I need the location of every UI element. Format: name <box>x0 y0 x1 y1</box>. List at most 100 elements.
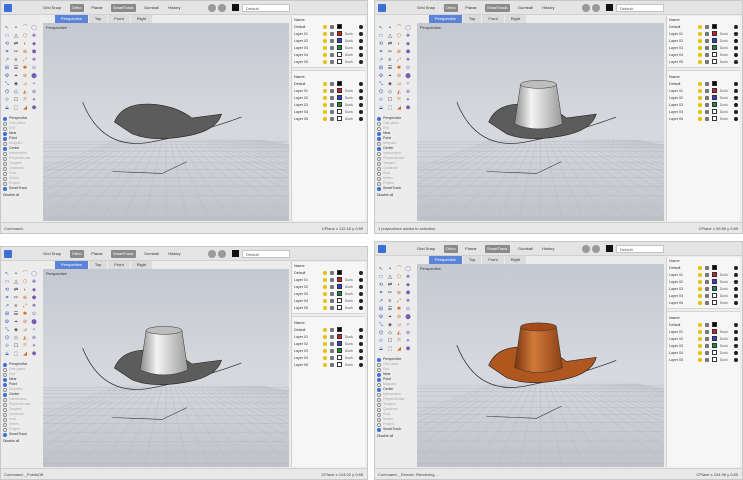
checkbox-icon[interactable] <box>377 121 381 126</box>
lightbulb-icon[interactable] <box>698 88 703 93</box>
layer-color-swatch[interactable] <box>232 4 239 11</box>
material-dot-icon[interactable] <box>734 293 738 298</box>
layer-color-swatch[interactable] <box>712 343 717 348</box>
tool-icon[interactable]: ⇄ <box>12 287 20 294</box>
lightbulb-icon[interactable] <box>698 45 703 50</box>
lightbulb-icon[interactable] <box>323 277 328 282</box>
tool-icon[interactable]: ⊿ <box>21 327 29 334</box>
tool-icon[interactable]: ⬣ <box>404 346 412 353</box>
layer-row[interactable]: Layer 01 Dunk <box>667 87 740 94</box>
checkbox-icon[interactable] <box>377 362 381 367</box>
tool-icon[interactable]: ⬡ <box>21 33 29 40</box>
lock-icon[interactable] <box>218 250 226 258</box>
current-layer-dropdown[interactable]: Default <box>616 4 664 12</box>
checkbox-icon[interactable] <box>3 407 7 412</box>
sidebar-toggle-icon[interactable] <box>4 250 12 258</box>
tool-icon[interactable]: ↗ <box>377 298 385 305</box>
tab-front[interactable]: Front <box>108 261 130 269</box>
layer-color-swatch[interactable] <box>712 350 717 355</box>
checkbox-icon[interactable] <box>3 151 7 156</box>
tool-icon[interactable]: ◢ <box>21 105 29 112</box>
lock-icon[interactable] <box>705 357 710 362</box>
material-dot-icon[interactable] <box>359 334 363 339</box>
tool-icon[interactable]: ⊘ <box>395 314 403 321</box>
checkbox-icon[interactable] <box>377 382 381 387</box>
lightbulb-icon[interactable] <box>698 343 703 348</box>
checkbox-icon[interactable] <box>3 392 7 397</box>
lightbulb-icon[interactable] <box>323 81 328 86</box>
tool-icon[interactable]: ⤧ <box>21 343 29 350</box>
material-dot-icon[interactable] <box>734 343 738 348</box>
lock-icon[interactable] <box>592 4 600 12</box>
layer-color-swatch[interactable] <box>712 59 717 64</box>
checkbox-icon[interactable] <box>377 422 381 427</box>
tool-icon[interactable]: ⟲ <box>377 282 385 289</box>
lightbulb-icon[interactable] <box>323 284 328 289</box>
lock-icon[interactable] <box>330 355 335 360</box>
layer-row[interactable]: Layer 02 Dunk <box>667 94 740 101</box>
lightbulb-icon[interactable] <box>698 272 703 277</box>
tab-top[interactable]: Top <box>88 261 108 269</box>
tool-icon[interactable]: ◐ <box>395 282 403 289</box>
tool-icon[interactable]: ✧ <box>30 81 38 88</box>
tool-icon[interactable]: ✚ <box>30 33 38 40</box>
lightbulb-icon[interactable] <box>698 279 703 284</box>
tool-icon[interactable]: ☰ <box>12 311 20 318</box>
tool-icon[interactable]: △ <box>386 33 394 40</box>
tool-icon[interactable]: ✧ <box>404 322 412 329</box>
tool-icon[interactable]: ⊕ <box>395 290 403 297</box>
checkbox-icon[interactable] <box>3 116 7 121</box>
tool-icon[interactable]: ⤡ <box>3 327 11 334</box>
layer-color-swatch[interactable] <box>337 291 342 296</box>
material-dot-icon[interactable] <box>359 59 363 64</box>
checkbox-icon[interactable] <box>377 372 381 377</box>
layer-row[interactable]: Layer 04 Dunk <box>292 354 365 361</box>
checkbox-icon[interactable] <box>3 422 7 427</box>
layer-row[interactable]: Default <box>292 269 365 276</box>
checkbox-icon[interactable] <box>377 367 381 372</box>
lightbulb-icon[interactable] <box>698 38 703 43</box>
layer-color-swatch[interactable] <box>337 355 342 360</box>
lock-icon[interactable] <box>330 362 335 367</box>
tool-icon[interactable]: ◢ <box>395 346 403 353</box>
layer-color-swatch[interactable] <box>337 270 342 275</box>
tool-icon[interactable]: ⌬ <box>377 89 385 96</box>
tool-icon[interactable]: ◈ <box>386 322 394 329</box>
lightbulb-icon[interactable] <box>323 45 328 50</box>
tool-icon[interactable]: ◈ <box>386 81 394 88</box>
lightbulb-icon[interactable] <box>323 362 328 367</box>
lock-icon[interactable] <box>705 336 710 341</box>
lightbulb-icon[interactable] <box>323 38 328 43</box>
checkbox-icon[interactable] <box>377 141 381 146</box>
lightbulb-icon[interactable] <box>698 95 703 100</box>
tool-icon[interactable]: ◐ <box>21 287 29 294</box>
tab-right[interactable]: Right <box>504 15 527 23</box>
tool-icon[interactable]: ⬢ <box>30 49 38 56</box>
tool-icon[interactable]: ↗ <box>3 57 11 64</box>
perspective-viewport[interactable]: Perspective <box>417 23 664 221</box>
material-dot-icon[interactable] <box>734 109 738 114</box>
tab-perspective[interactable]: Perspective <box>55 261 88 269</box>
tool-icon[interactable]: ⬡ <box>21 279 29 286</box>
tool-icon[interactable]: ☰ <box>12 65 20 72</box>
lightbulb-icon[interactable] <box>323 341 328 346</box>
lock-icon[interactable] <box>705 272 710 277</box>
material-dot-icon[interactable] <box>734 24 738 29</box>
panel-divider[interactable] <box>292 67 365 71</box>
layer-color-swatch[interactable] <box>337 277 342 282</box>
panel-divider[interactable] <box>667 67 740 71</box>
layer-row[interactable]: Layer 01 Dunk <box>667 328 740 335</box>
layer-color-swatch[interactable] <box>337 81 342 86</box>
layer-color-swatch[interactable] <box>337 284 342 289</box>
osnap-toggle[interactable]: Ortho <box>443 245 458 253</box>
lightbulb-icon[interactable] <box>698 350 703 355</box>
tool-icon[interactable]: ✦ <box>30 343 38 350</box>
checkbox-icon[interactable] <box>3 402 7 407</box>
lock-icon[interactable] <box>330 109 335 114</box>
layer-color-swatch[interactable] <box>712 272 717 277</box>
material-dot-icon[interactable] <box>734 102 738 107</box>
material-dot-icon[interactable] <box>359 24 363 29</box>
layer-row[interactable]: Default <box>292 23 365 30</box>
lock-icon[interactable] <box>705 286 710 291</box>
tool-icon[interactable]: ⊙ <box>30 65 38 72</box>
